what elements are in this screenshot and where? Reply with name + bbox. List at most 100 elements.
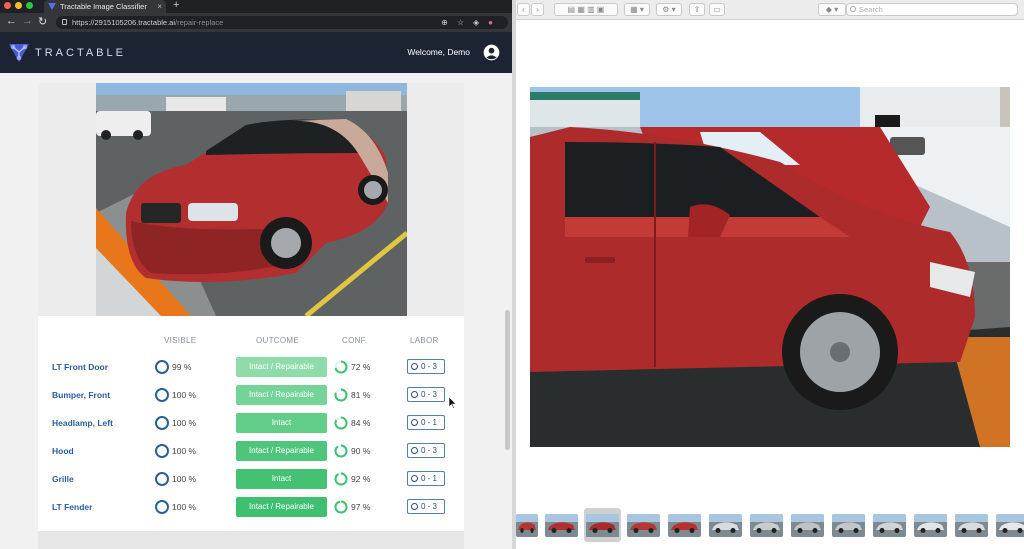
thumbnail-image — [545, 514, 578, 537]
view-mode-icon[interactable]: ▤ ▦ ▥ ▣ — [554, 3, 618, 16]
tag-icon[interactable]: ▭ — [709, 3, 725, 16]
clock-icon — [411, 475, 418, 482]
thumbnail-image — [791, 514, 824, 537]
clock-icon — [411, 391, 418, 398]
main-car-photo — [530, 87, 1010, 447]
visibility-ring-icon — [155, 472, 169, 486]
thumbnail[interactable] — [668, 514, 701, 537]
labor-badge[interactable]: 0 - 1 — [407, 415, 445, 430]
header-visible: VISIBLE — [164, 336, 197, 345]
star-icon[interactable]: ☆ — [457, 18, 473, 27]
header-conf: CONF. — [342, 336, 368, 345]
thumbnail[interactable] — [545, 514, 578, 537]
zoom-icon[interactable]: ⊕ — [441, 18, 457, 27]
part-name[interactable]: LT Fender — [52, 502, 92, 512]
table-row: Bumper, Front 100 % Intact / Repairable … — [38, 385, 464, 407]
new-tab-button[interactable]: + — [173, 0, 179, 11]
outcome-badge: Intact / Repairable — [236, 497, 327, 517]
thumbnail[interactable] — [832, 514, 865, 537]
thumbnail-image — [873, 514, 906, 537]
share-icon[interactable]: ⇪ — [689, 3, 705, 16]
address-bar[interactable]: https://2915105206.tractable.ai/repair-r… — [56, 16, 508, 29]
tractable-logo-icon — [9, 44, 29, 62]
thumbnail-image — [955, 514, 988, 537]
search-input[interactable]: Search — [846, 3, 1018, 16]
outcome-badge: Intact / Repairable — [236, 441, 327, 461]
thumbnail-image — [914, 514, 947, 537]
thumbnail[interactable] — [996, 514, 1024, 537]
close-window-button[interactable] — [4, 2, 11, 9]
brand-name: TRACTABLE — [35, 47, 126, 59]
part-name[interactable]: Hood — [52, 446, 74, 456]
labor-badge[interactable]: 0 - 3 — [407, 387, 445, 402]
welcome-text: Welcome, Demo — [407, 47, 470, 57]
dropbox-icon[interactable]: ◆ ▾ — [818, 3, 846, 16]
clock-icon — [411, 503, 418, 510]
spinner-icon — [334, 472, 348, 486]
app-header: TRACTABLE Welcome, Demo — [0, 32, 512, 73]
visible-value: 99 % — [172, 362, 192, 372]
part-name[interactable]: LT Front Door — [52, 362, 108, 372]
spinner-icon — [334, 360, 348, 374]
thumbnail-selected[interactable] — [584, 508, 621, 542]
forward-arrow-icon[interactable]: › — [531, 3, 544, 16]
thumbnail-strip — [516, 507, 1024, 543]
image-viewer-window: ‹ › ▤ ▦ ▥ ▣ ▦ ▾ ⚙ ▾ ⇪ ▭ ◆ ▾ Search — [516, 0, 1024, 549]
labor-badge[interactable]: 0 - 3 — [407, 499, 445, 514]
browser-window: Tractable Image Classifier × + ← → ↻ htt… — [0, 0, 512, 549]
user-icon[interactable] — [483, 44, 500, 61]
back-arrow-icon[interactable]: ← — [6, 15, 17, 27]
confidence-value: 84 % — [351, 418, 371, 428]
thumbnail[interactable] — [750, 514, 783, 537]
forward-arrow-icon[interactable]: → — [22, 15, 33, 27]
thumbnail[interactable] — [914, 514, 947, 537]
confidence-value: 81 % — [351, 390, 371, 400]
spinner-icon — [334, 444, 348, 458]
table-row: LT Front Door 99 % Intact / Repairable 7… — [38, 357, 464, 379]
thumbnail-image — [709, 514, 742, 537]
browser-tab[interactable]: Tractable Image Classifier × — [44, 0, 166, 13]
visibility-ring-icon — [155, 360, 169, 374]
part-name[interactable]: Grille — [52, 474, 74, 484]
thumbnail-image — [586, 514, 619, 537]
gear-icon[interactable]: ⚙ ▾ — [656, 3, 682, 16]
reload-icon[interactable]: ↻ — [38, 15, 47, 28]
thumbnail[interactable] — [709, 514, 742, 537]
spinner-icon — [334, 416, 348, 430]
outcome-badge: Intact — [236, 413, 327, 433]
outcome-badge: Intact — [236, 469, 327, 489]
labor-value: 0 - 1 — [421, 418, 438, 427]
labor-badge[interactable]: 0 - 1 — [407, 471, 445, 486]
page-content: VISIBLE OUTCOME CONF. LABOR LT Front Doo… — [0, 73, 512, 549]
next-section-strip — [38, 531, 464, 549]
thumbnail[interactable] — [955, 514, 988, 537]
visible-value: 100 % — [172, 446, 197, 456]
scrollbar-thumb[interactable] — [505, 310, 510, 450]
profile-icon[interactable]: ● — [488, 18, 502, 27]
thumbnail[interactable] — [627, 514, 660, 537]
confidence-value: 97 % — [351, 502, 371, 512]
thumbnail-image — [516, 514, 538, 537]
maximize-window-button[interactable] — [26, 2, 33, 9]
url-host: https://2915105206.tractable.ai — [72, 18, 175, 27]
grid-view-icon[interactable]: ▦ ▾ — [624, 3, 650, 16]
clock-icon — [411, 447, 418, 454]
thumbnail[interactable] — [791, 514, 824, 537]
part-name[interactable]: Headlamp, Left — [52, 418, 113, 428]
thumbnail-image — [627, 514, 660, 537]
search-icon — [850, 6, 856, 12]
car-photo — [96, 83, 407, 316]
thumbnail[interactable] — [873, 514, 906, 537]
visibility-ring-icon — [155, 388, 169, 402]
part-name[interactable]: Bumper, Front — [52, 390, 110, 400]
back-arrow-icon[interactable]: ‹ — [517, 3, 530, 16]
clock-icon — [411, 419, 418, 426]
labor-badge[interactable]: 0 - 3 — [407, 359, 445, 374]
labor-badge[interactable]: 0 - 3 — [407, 443, 445, 458]
thumbnail[interactable] — [516, 514, 538, 537]
minimize-window-button[interactable] — [15, 2, 22, 9]
extension-icon[interactable]: ◈ — [473, 18, 488, 27]
results-table: VISIBLE OUTCOME CONF. LABOR LT Front Doo… — [38, 316, 464, 531]
close-tab-icon[interactable]: × — [157, 0, 162, 13]
labor-value: 0 - 3 — [421, 362, 438, 371]
